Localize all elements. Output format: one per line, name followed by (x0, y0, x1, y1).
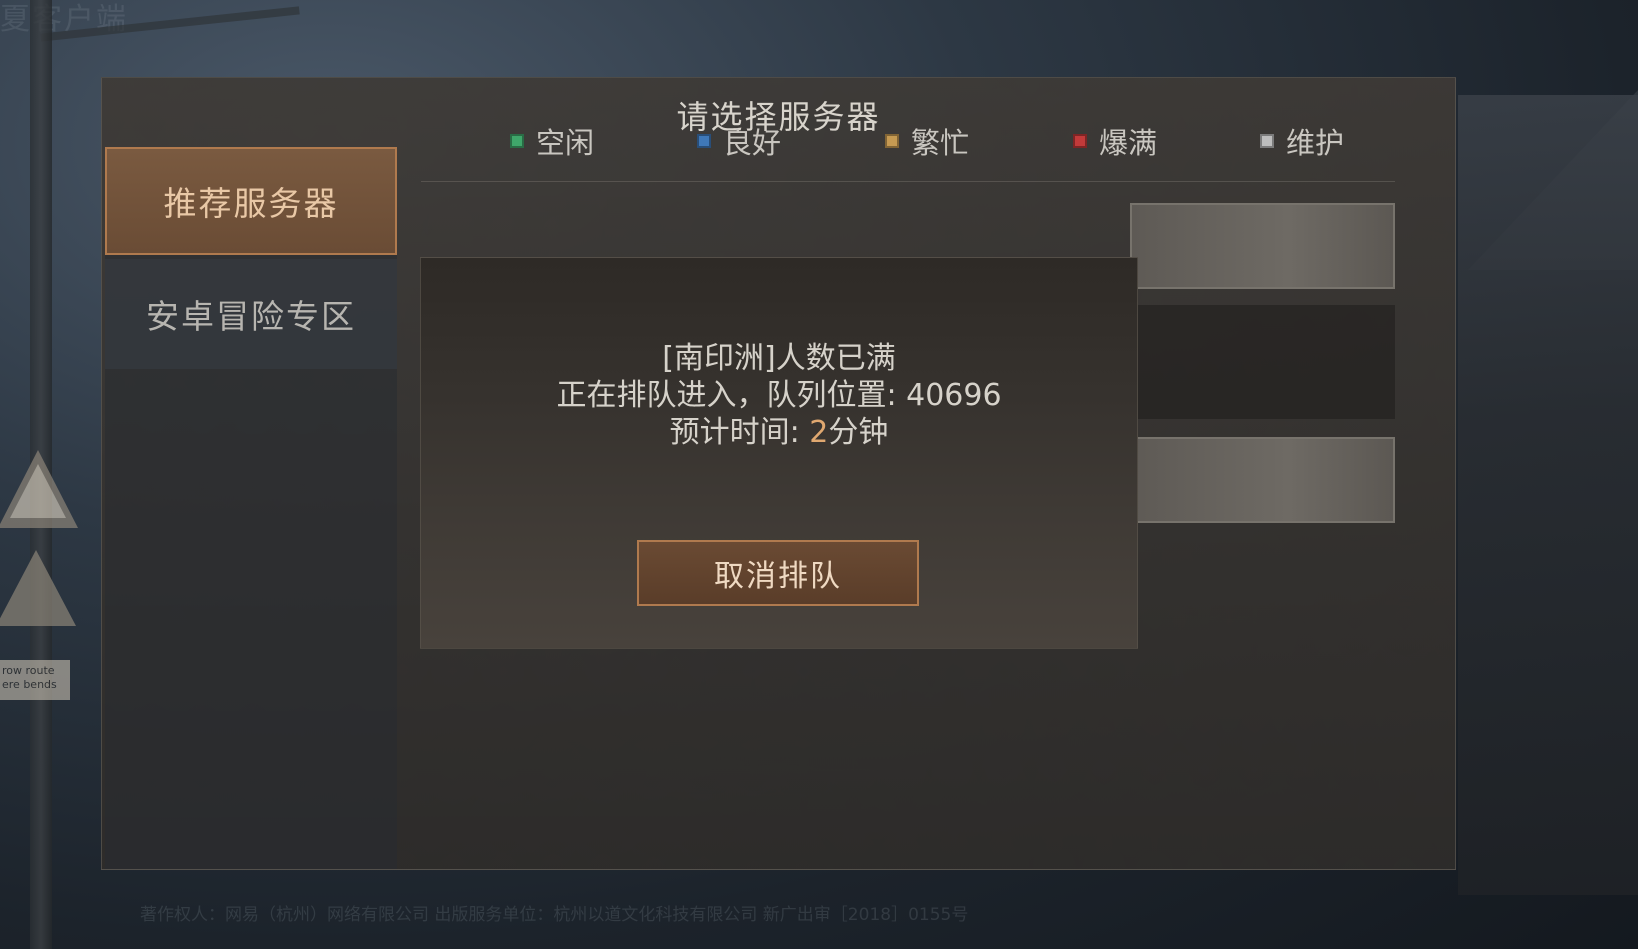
server-full-text: [南印洲]人数已满 (662, 341, 896, 376)
copyright-footer: 著作权人：网易（杭州）网络有限公司 出版服务单位：杭州以道文化科技有限公司 新广… (140, 905, 969, 925)
status-busy-icon (885, 134, 899, 148)
status-good-icon (697, 134, 711, 148)
legend-item-busy: 繁忙 (885, 120, 969, 162)
legend-label: 空闲 (536, 126, 595, 160)
tab-label: 安卓冒险专区 (146, 297, 356, 336)
queue-position-line: 正在排队进入，队列位置: 40696 (421, 377, 1137, 414)
road-sign-plate: row route ere bends (0, 660, 70, 700)
deer-crossing-sign-icon (0, 550, 76, 626)
warning-sign-icon (0, 450, 78, 528)
eta-unit: 分钟 (828, 415, 889, 450)
server-list-item[interactable] (1130, 305, 1395, 419)
server-list-item[interactable] (1130, 437, 1395, 523)
tab-recommended-servers[interactable]: 推荐服务器 (105, 147, 397, 255)
legend-item-full: 爆满 (1073, 120, 1157, 162)
server-status-legend: 空闲 良好 繁忙 爆满 维护 (405, 120, 1345, 170)
status-idle-icon (510, 134, 524, 148)
legend-label: 繁忙 (911, 126, 970, 160)
tab-android-adventure-zone[interactable]: 安卓冒险专区 (105, 259, 397, 369)
server-category-sidebar: 推荐服务器 安卓冒险专区 (105, 147, 397, 869)
queue-message: [南印洲]人数已满 正在排队进入，队列位置: 40696 预计时间: 2分钟 (421, 340, 1137, 451)
legend-label: 维护 (1286, 126, 1345, 160)
legend-item-idle: 空闲 (510, 120, 594, 162)
tab-label: 推荐服务器 (163, 184, 339, 223)
cancel-queue-label: 取消排队 (714, 559, 842, 594)
legend-item-good: 良好 (697, 120, 781, 162)
legend-label: 良好 (723, 126, 782, 160)
status-maintenance-icon (1260, 134, 1274, 148)
status-full-icon (1073, 134, 1087, 148)
cancel-queue-button[interactable]: 取消排队 (637, 540, 919, 606)
queue-position-value: 40696 (906, 378, 1002, 413)
queue-position-label: 正在排队进入，队列位置: (556, 378, 907, 413)
legend-label: 爆满 (1099, 126, 1158, 160)
server-list-item[interactable] (1130, 203, 1395, 289)
legend-item-maintenance: 维护 (1260, 120, 1344, 162)
eta-label: 预计时间: (669, 415, 810, 450)
eta-value: 2 (809, 415, 829, 450)
background-house (1458, 95, 1638, 895)
legend-divider (421, 181, 1395, 182)
queue-dialog: [南印洲]人数已满 正在排队进入，队列位置: 40696 预计时间: 2分钟 取… (420, 257, 1138, 649)
eta-line: 预计时间: 2分钟 (421, 414, 1137, 451)
